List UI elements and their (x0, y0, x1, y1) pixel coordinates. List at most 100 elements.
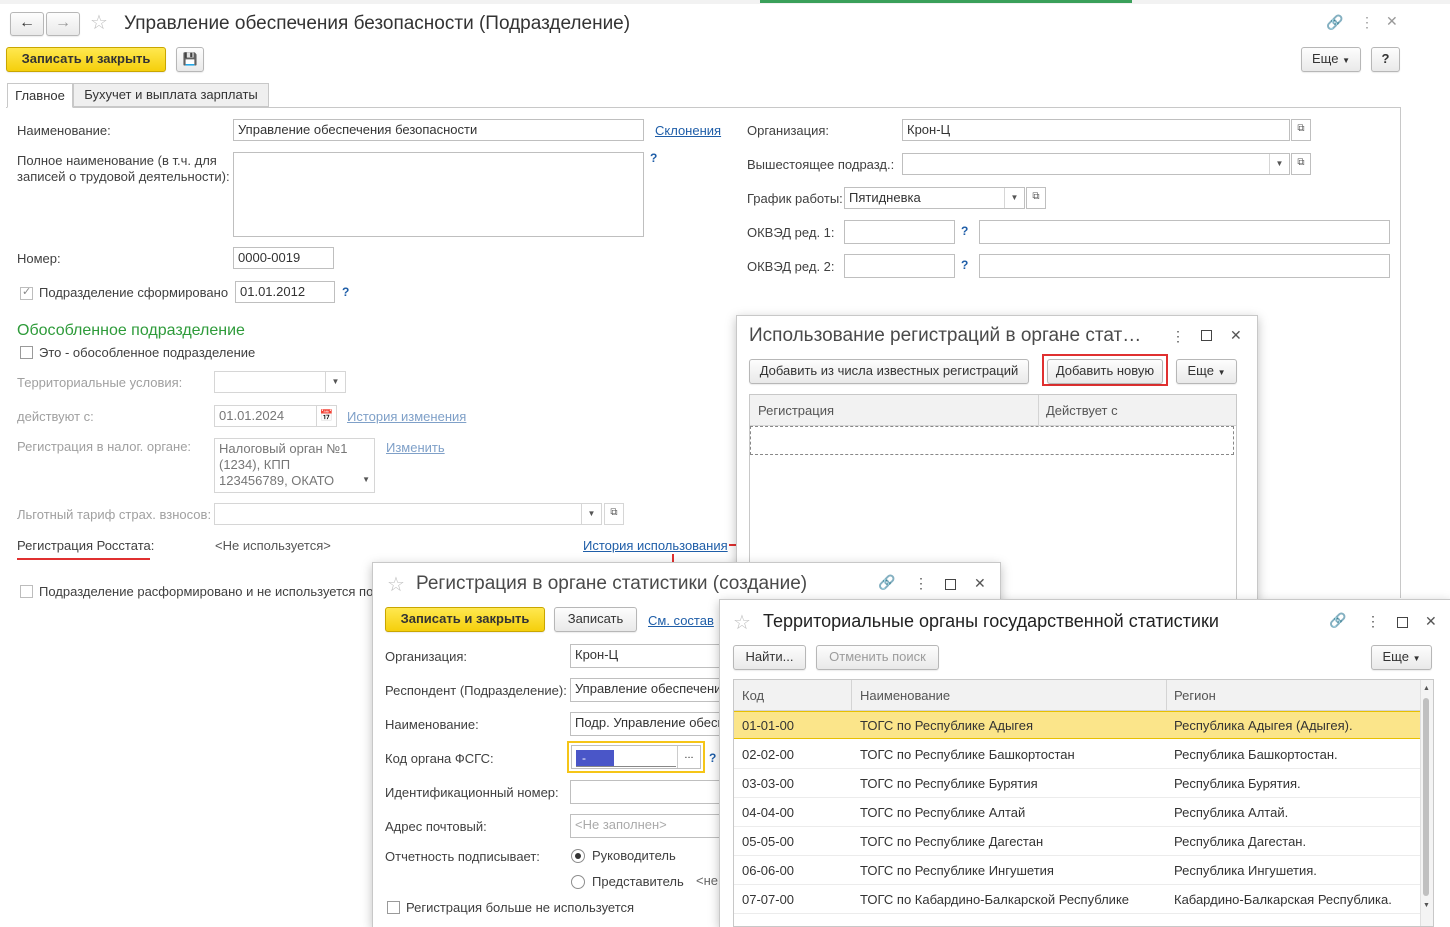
parent-open-icon[interactable]: ⧉ (1291, 153, 1311, 175)
number-input[interactable]: 0000-0019 (233, 247, 334, 269)
add-known-button[interactable]: Добавить из числа известных регистраций (749, 359, 1029, 384)
fsgs-help[interactable]: ? (709, 751, 716, 765)
tax-reg-value[interactable]: Налоговый орган №1 (1234), КПП 123456789… (214, 438, 375, 493)
maximize-icon[interactable] (945, 579, 956, 590)
kebab-icon[interactable]: ⋮ (914, 575, 928, 592)
okved1-help[interactable]: ? (961, 224, 968, 238)
table-row[interactable] (734, 855, 1420, 885)
tariff-select[interactable]: ▼ (214, 503, 602, 525)
terr-select[interactable]: ▼ (214, 371, 346, 393)
col-region[interactable]: Регион (1174, 688, 1216, 703)
more-button[interactable]: Еще ▼ (1301, 47, 1361, 72)
link-icon[interactable]: 🔗 (1329, 612, 1346, 629)
forward-arrow-icon: → (55, 14, 71, 31)
radio-rep-tail: <не (696, 873, 719, 888)
fsgs-select-button[interactable]: ... (677, 746, 700, 768)
terr-more-button[interactable]: Еще ▼ (1371, 645, 1432, 670)
kebab-icon[interactable]: ⋮ (1171, 328, 1185, 345)
usage-more-button[interactable]: Еще ▼ (1176, 359, 1237, 384)
save-close-button[interactable]: Записать и закрыть (6, 47, 166, 72)
separate-checkbox[interactable] (20, 346, 33, 359)
tariff-open-icon[interactable]: ⧉ (604, 503, 624, 525)
formed-date-input[interactable]: 01.01.2012 (235, 281, 335, 303)
back-button[interactable]: ← (10, 12, 44, 36)
valid-from-input[interactable]: 01.01.2024 📅 (214, 405, 337, 427)
radio-representative[interactable] (571, 875, 585, 889)
no-longer-used-checkbox[interactable] (387, 901, 400, 914)
close-icon[interactable]: ✕ (1425, 613, 1437, 630)
usage-empty-row[interactable] (750, 426, 1234, 455)
history-change-link[interactable]: История изменения (347, 409, 466, 424)
col-valid-from[interactable]: Действует с (1046, 403, 1118, 418)
okved1-code-input[interactable] (844, 220, 955, 244)
maximize-icon[interactable] (1397, 617, 1408, 628)
tab-accounting[interactable]: Бухучет и выплата зарплаты (73, 83, 269, 107)
maximize-icon[interactable] (1201, 330, 1212, 341)
col-code[interactable]: Код (742, 688, 764, 703)
fullname-textarea[interactable] (233, 152, 644, 237)
chevron-down-icon: ▼ (1004, 188, 1024, 208)
col-registration[interactable]: Регистрация (758, 403, 834, 418)
cancel-search-button[interactable]: Отменить поиск (816, 645, 939, 670)
schedule-open-icon[interactable]: ⧉ (1026, 187, 1046, 209)
radio-head[interactable] (571, 849, 585, 863)
okved2-code-input[interactable] (844, 254, 955, 278)
org-input[interactable]: Крон-Ц (902, 119, 1290, 141)
table-row[interactable] (734, 826, 1420, 856)
table-row[interactable] (734, 797, 1420, 827)
formed-help[interactable]: ? (342, 285, 349, 299)
name-input[interactable]: Управление обеспечения безопасности (233, 119, 644, 141)
link-icon[interactable]: 🔗 (878, 574, 895, 591)
scroll-up-icon[interactable]: ▲ (1423, 685, 1430, 692)
col-name[interactable]: Наименование (860, 688, 950, 703)
okved2-desc-input[interactable] (979, 254, 1390, 278)
close-icon[interactable]: ✕ (1386, 13, 1398, 30)
okved1-desc-input[interactable] (979, 220, 1390, 244)
reg-name-input[interactable]: Подр. Управление обесп (570, 712, 730, 736)
scroll-down-icon[interactable]: ▼ (1423, 902, 1430, 909)
parent-select[interactable]: ▼ (902, 153, 1290, 175)
star-icon[interactable]: ☆ (90, 10, 108, 35)
formed-label: Подразделение сформировано (39, 285, 229, 300)
forward-button[interactable]: → (46, 12, 80, 36)
row-code: 03-03-00 (742, 776, 795, 791)
kebab-icon[interactable]: ⋮ (1360, 14, 1374, 31)
declension-link[interactable]: Склонения (655, 123, 721, 138)
terr-table[interactable]: Код Наименование Регион 01-01-00 ТОГС по… (733, 679, 1434, 927)
disbanded-checkbox[interactable] (20, 585, 33, 598)
fsgs-input[interactable]: - ... (571, 745, 701, 769)
star-icon[interactable]: ☆ (387, 572, 405, 597)
calendar-icon[interactable]: 📅 (316, 406, 336, 426)
scrollbar-thumb[interactable] (1423, 698, 1429, 896)
kebab-icon[interactable]: ⋮ (1366, 613, 1380, 630)
composition-link[interactable]: См. состав (648, 613, 714, 628)
reg-save-button[interactable]: Записать (554, 607, 637, 632)
close-icon[interactable]: ✕ (974, 575, 986, 592)
row-name: ТОГС по Республике Бурятия (860, 776, 1038, 791)
reg-name-label: Наименование: (385, 717, 479, 732)
close-icon[interactable]: ✕ (1230, 327, 1242, 344)
find-button[interactable]: Найти... (733, 645, 806, 670)
add-new-button[interactable]: Добавить новую (1047, 359, 1163, 384)
link-icon[interactable]: 🔗 (1326, 14, 1343, 31)
formed-checkbox[interactable]: ✓ (20, 286, 33, 300)
table-row[interactable] (734, 768, 1420, 798)
star-icon[interactable]: ☆ (733, 610, 751, 635)
save-button[interactable]: 💾 (176, 47, 204, 72)
org-open-icon[interactable]: ⧉ (1291, 119, 1311, 141)
schedule-select[interactable]: Пятидневка ▼ (844, 187, 1025, 209)
reg-save-close-button[interactable]: Записать и закрыть (385, 607, 545, 632)
reg-org-input[interactable]: Крон-Ц (570, 644, 730, 668)
fullname-help[interactable]: ? (650, 151, 657, 165)
tab-main[interactable]: Главное (7, 83, 73, 108)
radio-head-label: Руководитель (592, 848, 676, 863)
okved2-help[interactable]: ? (961, 258, 968, 272)
col-divider (1038, 395, 1039, 425)
address-input[interactable]: <Не заполнен> (570, 814, 730, 838)
change-link[interactable]: Изменить (386, 440, 445, 455)
respondent-input[interactable]: Управление обеспечени (570, 678, 730, 702)
col-divider (1166, 680, 1167, 710)
idnum-input[interactable] (570, 780, 730, 804)
help-button[interactable]: ? (1371, 47, 1400, 72)
usage-history-link[interactable]: История использования (583, 538, 728, 553)
